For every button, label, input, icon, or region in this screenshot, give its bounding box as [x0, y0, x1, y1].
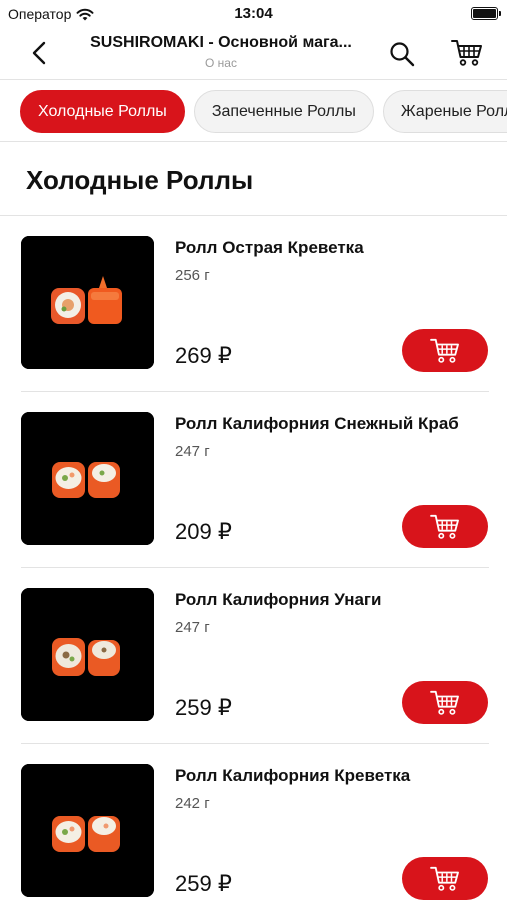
chevron-left-icon	[32, 41, 46, 65]
product-price: 259 ₽	[175, 695, 232, 720]
tab-baked-rolls[interactable]: Запеченные Роллы	[193, 90, 374, 133]
tab-fried-rolls[interactable]: Жареные Роллы	[382, 90, 507, 133]
status-bar: Оператор 13:04	[0, 0, 507, 28]
product-weight: 256 г	[175, 267, 210, 284]
product-name: Ролл Калифорния Снежный Краб	[175, 414, 459, 433]
clock: 13:04	[234, 5, 273, 22]
product-weight: 247 г	[175, 443, 210, 460]
product-weight: 247 г	[175, 619, 210, 636]
product-list: Ролл Острая Креветка 256 г 269 ₽ Ролл Ка…	[0, 216, 507, 900]
product-image[interactable]	[21, 764, 154, 897]
product-image[interactable]	[21, 412, 154, 545]
cart-icon	[430, 866, 459, 891]
product-name: Ролл Острая Креветка	[175, 238, 364, 257]
battery-icon	[471, 7, 501, 20]
store-title: SUSHIROMAKI - Основной мага...	[90, 34, 352, 51]
product-name: Ролл Калифорния Унаги	[175, 590, 382, 609]
product-weight: 242 г	[175, 795, 210, 812]
product-card[interactable]: Ролл Калифорния Снежный Краб 247 г 209 ₽	[0, 392, 507, 568]
add-to-cart-button[interactable]	[402, 329, 488, 372]
product-card[interactable]: Ролл Калифорния Унаги 247 г 259 ₽	[0, 568, 507, 744]
product-card[interactable]: Ролл Острая Креветка 256 г 269 ₽	[0, 216, 507, 392]
back-button[interactable]	[24, 38, 54, 68]
cart-icon	[451, 40, 482, 66]
search-button[interactable]	[386, 38, 418, 70]
cart-icon	[430, 514, 459, 539]
tab-cold-rolls[interactable]: Холодные Роллы	[20, 90, 185, 133]
category-tabs: Холодные Роллы Запеченные Роллы Жареные …	[0, 80, 507, 142]
product-image[interactable]	[21, 236, 154, 369]
about-link[interactable]: О нас	[66, 56, 376, 70]
add-to-cart-button[interactable]	[402, 505, 488, 548]
product-price: 269 ₽	[175, 343, 232, 368]
search-icon	[390, 42, 415, 67]
product-price: 259 ₽	[175, 871, 232, 896]
add-to-cart-button[interactable]	[402, 681, 488, 724]
nav-titles[interactable]: SUSHIROMAKI - Основной мага... О нас	[66, 34, 376, 70]
section-title: Холодные Роллы	[26, 165, 254, 195]
product-name: Ролл Калифорния Креветка	[175, 766, 411, 785]
cart-icon	[430, 338, 459, 363]
nav-bar: SUSHIROMAKI - Основной мага... О нас	[0, 28, 507, 80]
add-to-cart-button[interactable]	[402, 857, 488, 900]
product-price: 209 ₽	[175, 519, 232, 544]
cart-button[interactable]	[450, 37, 484, 69]
cart-icon	[430, 690, 459, 715]
product-image[interactable]	[21, 588, 154, 721]
product-card[interactable]: Ролл Калифорния Креветка 242 г 259 ₽	[0, 744, 507, 900]
